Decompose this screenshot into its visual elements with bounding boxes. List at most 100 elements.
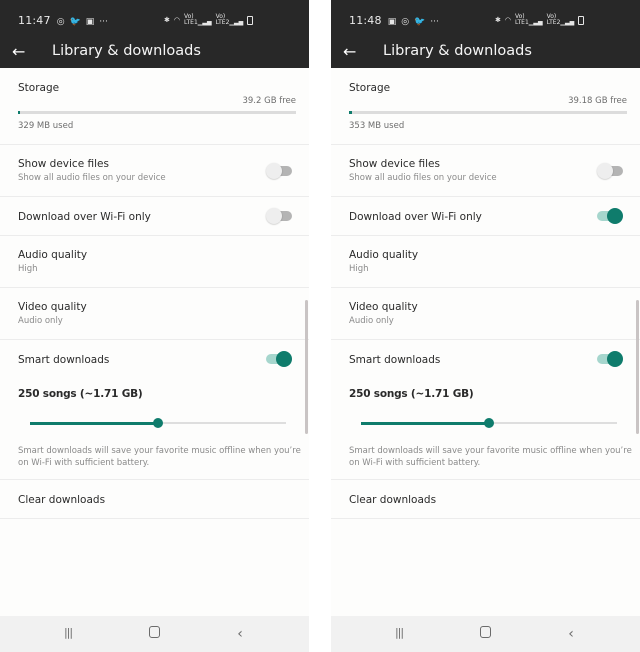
- video-quality-label: Video quality: [18, 301, 87, 313]
- scrollbar[interactable]: [305, 300, 308, 434]
- video-quality-value: Audio only: [18, 316, 63, 326]
- audio-quality-value: High: [18, 264, 38, 274]
- show-device-files-toggle[interactable]: [597, 163, 623, 179]
- audio-quality-label: Audio quality: [18, 249, 88, 261]
- video-quality-row[interactable]: Video quality Audio only: [0, 288, 309, 340]
- clear-downloads-row[interactable]: Clear downloads: [0, 480, 309, 519]
- status-time: 11:48: [349, 13, 382, 27]
- storage-used: 353 MB used: [349, 121, 405, 131]
- volte-lte2-signal-icon: Vo) LTE2▁▃▅: [215, 13, 244, 26]
- app-bar: ← Library & downloads: [0, 34, 309, 68]
- back-arrow-icon[interactable]: ←: [12, 42, 30, 61]
- app-bar: ← Library & downloads: [331, 34, 640, 68]
- smart-downloads-toggle[interactable]: [597, 351, 623, 367]
- storage-used: 329 MB used: [18, 121, 74, 131]
- show-device-files-row[interactable]: Show device files Show all audio files o…: [331, 145, 640, 197]
- toggle-thumb: [607, 351, 623, 367]
- smart-downloads-description: Smart downloads will save your favorite …: [349, 446, 632, 468]
- whatsapp-icon: ◎: [56, 16, 65, 27]
- toggle-thumb: [597, 163, 613, 179]
- toggle-thumb: [266, 163, 282, 179]
- slider-knob[interactable]: [153, 418, 163, 428]
- gallery-icon: ▣: [387, 16, 397, 27]
- storage-label: Storage: [18, 82, 60, 94]
- toggle-thumb: [266, 208, 282, 224]
- audio-quality-row[interactable]: Audio quality High: [331, 236, 640, 288]
- show-device-files-row[interactable]: Show device files Show all audio files o…: [0, 145, 309, 197]
- audio-quality-label: Audio quality: [349, 249, 419, 261]
- clear-downloads-row[interactable]: Clear downloads: [331, 480, 640, 519]
- back-arrow-icon[interactable]: ←: [343, 42, 361, 61]
- clear-downloads-label: Clear downloads: [18, 494, 106, 506]
- home-button[interactable]: [475, 626, 495, 642]
- smart-downloads-count: 250 songs (~1.71 GB): [18, 388, 143, 400]
- twitter-icon: 🐦: [69, 16, 81, 27]
- bluetooth-icon: ✱: [164, 16, 170, 24]
- status-bar: 11:48 ▣ ◎ 🐦 ··· ✱ ◠ Vo) LTE1▁▃▅ Vo) LTE2▁▃▅: [349, 12, 626, 28]
- video-quality-value: Audio only: [349, 316, 394, 326]
- system-nav-bar: ||| ‹: [331, 616, 640, 652]
- nav-back-button[interactable]: ‹: [230, 626, 250, 642]
- show-device-files-toggle[interactable]: [266, 163, 292, 179]
- top-bar: 11:48 ▣ ◎ 🐦 ··· ✱ ◠ Vo) LTE1▁▃▅ Vo) LTE2▁▃▅ ←…: [331, 0, 640, 68]
- video-quality-row[interactable]: Video quality Audio only: [331, 288, 640, 340]
- smart-downloads-description: Smart downloads will save your favorite …: [18, 446, 301, 468]
- storage-usage-fill: [349, 111, 352, 114]
- notification-icons: ▣ ◎ 🐦 ···: [388, 14, 444, 27]
- download-wifi-only-toggle[interactable]: [266, 208, 292, 224]
- storage-free: 39.2 GB free: [242, 96, 296, 106]
- more-icon: ···: [430, 16, 439, 27]
- smart-downloads-label: Smart downloads: [18, 354, 110, 366]
- smart-downloads-section: Smart downloads 250 songs (~1.71 GB) Sma…: [331, 340, 640, 480]
- smart-downloads-section: Smart downloads 250 songs (~1.71 GB) Sma…: [0, 340, 309, 480]
- smart-downloads-count: 250 songs (~1.71 GB): [349, 388, 474, 400]
- storage-usage-bar: [18, 111, 296, 114]
- bluetooth-icon: ✱: [495, 16, 501, 24]
- system-icons: ✱ ◠ Vo) LTE1▁▃▅ Vo) LTE2▁▃▅: [164, 13, 254, 26]
- home-button[interactable]: [144, 626, 164, 642]
- slider-fill: [30, 421, 158, 425]
- recent-apps-button[interactable]: |||: [58, 626, 78, 642]
- storage-row: Storage 39.2 GB free 329 MB used: [0, 68, 309, 145]
- recent-apps-button[interactable]: |||: [389, 626, 409, 642]
- nav-back-button[interactable]: ‹: [561, 626, 581, 642]
- wifi-icon: ◠: [504, 16, 511, 24]
- toggle-thumb: [607, 208, 623, 224]
- storage-usage-bar: [349, 111, 627, 114]
- settings-list: Storage 39.2 GB free 329 MB used Show de…: [0, 68, 309, 519]
- volte-lte1-signal-icon: Vo) LTE1▁▃▅: [183, 13, 212, 26]
- phone-screen-right: 11:48 ▣ ◎ 🐦 ··· ✱ ◠ Vo) LTE1▁▃▅ Vo) LTE2▁▃▅ ←…: [331, 0, 640, 652]
- page-title: Library & downloads: [52, 43, 201, 59]
- toggle-thumb: [276, 351, 292, 367]
- notification-icons: ◎ 🐦 ▣ ···: [57, 14, 113, 27]
- gallery-icon: ▣: [85, 16, 95, 27]
- settings-list: Storage 39.18 GB free 353 MB used Show d…: [331, 68, 640, 519]
- download-wifi-only-row[interactable]: Download over Wi-Fi only: [0, 197, 309, 236]
- system-icons: ✱ ◠ Vo) LTE1▁▃▅ Vo) LTE2▁▃▅: [495, 13, 585, 26]
- download-wifi-only-row[interactable]: Download over Wi-Fi only: [331, 197, 640, 236]
- storage-free: 39.18 GB free: [568, 96, 627, 106]
- battery-charging-icon: [247, 15, 254, 25]
- more-icon: ···: [99, 16, 108, 27]
- video-quality-label: Video quality: [349, 301, 418, 313]
- smart-downloads-slider[interactable]: [361, 418, 617, 428]
- twitter-icon: 🐦: [414, 16, 426, 27]
- smart-downloads-label: Smart downloads: [349, 354, 441, 366]
- smart-downloads-slider[interactable]: [30, 418, 286, 428]
- battery-charging-icon: [578, 15, 585, 25]
- top-bar: 11:47 ◎ 🐦 ▣ ··· ✱ ◠ Vo) LTE1▁▃▅ Vo) LTE2▁▃▅ ←…: [0, 0, 309, 68]
- volte-lte1-signal-icon: Vo) LTE1▁▃▅: [514, 13, 543, 26]
- phone-screen-left: 11:47 ◎ 🐦 ▣ ··· ✱ ◠ Vo) LTE1▁▃▅ Vo) LTE2▁▃▅ ←…: [0, 0, 309, 652]
- download-wifi-only-toggle[interactable]: [597, 208, 623, 224]
- storage-usage-fill: [18, 111, 21, 114]
- scrollbar[interactable]: [636, 300, 639, 434]
- page-title: Library & downloads: [383, 43, 532, 59]
- wifi-icon: ◠: [173, 16, 180, 24]
- audio-quality-value: High: [349, 264, 369, 274]
- slider-knob[interactable]: [484, 418, 494, 428]
- clear-downloads-label: Clear downloads: [349, 494, 437, 506]
- home-icon: [479, 626, 491, 638]
- audio-quality-row[interactable]: Audio quality High: [0, 236, 309, 288]
- smart-downloads-toggle[interactable]: [266, 351, 292, 367]
- storage-label: Storage: [349, 82, 391, 94]
